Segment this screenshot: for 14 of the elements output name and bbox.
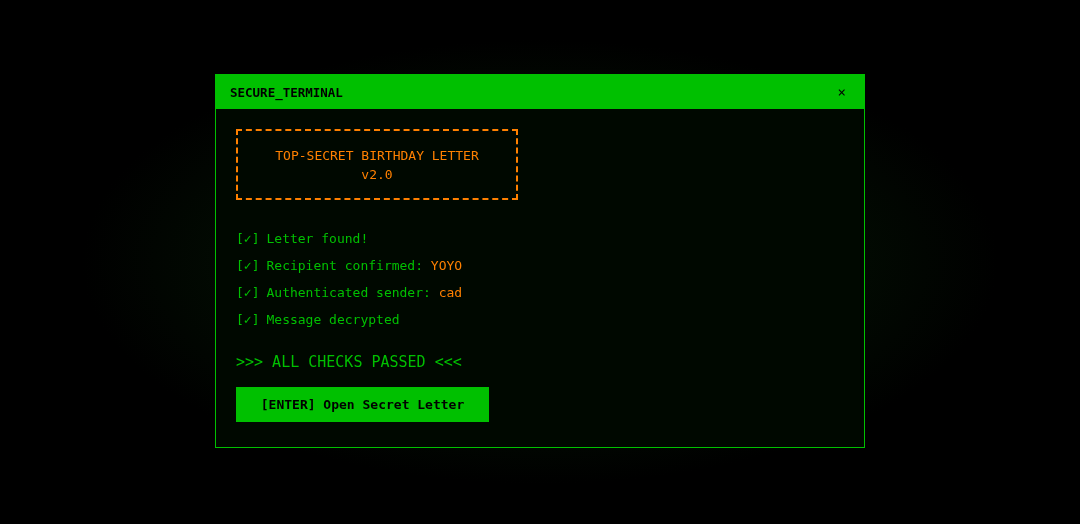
check-text: Recipient confirmed: YOYO [266,257,463,275]
check-mark: [✓] [236,311,260,329]
check-text: Authenticated sender: cad [266,284,463,302]
status-message: >>> ALL CHECKS PASSED <<< [236,353,462,371]
check-mark: [✓] [236,257,260,275]
close-button[interactable]: × [833,84,850,100]
check-mark: [✓] [236,284,260,302]
check-text: Message decrypted [266,311,400,329]
check-text: Letter found! [266,230,369,248]
window-title: SECURE_TERMINAL [230,84,343,100]
check-mark: [✓] [236,230,260,248]
open-letter-button[interactable]: [ENTER] Open Secret Letter [236,387,489,422]
version-label: v2.0 [361,166,393,182]
banner-title: TOP-SECRET BIRTHDAY LETTER [275,147,479,163]
